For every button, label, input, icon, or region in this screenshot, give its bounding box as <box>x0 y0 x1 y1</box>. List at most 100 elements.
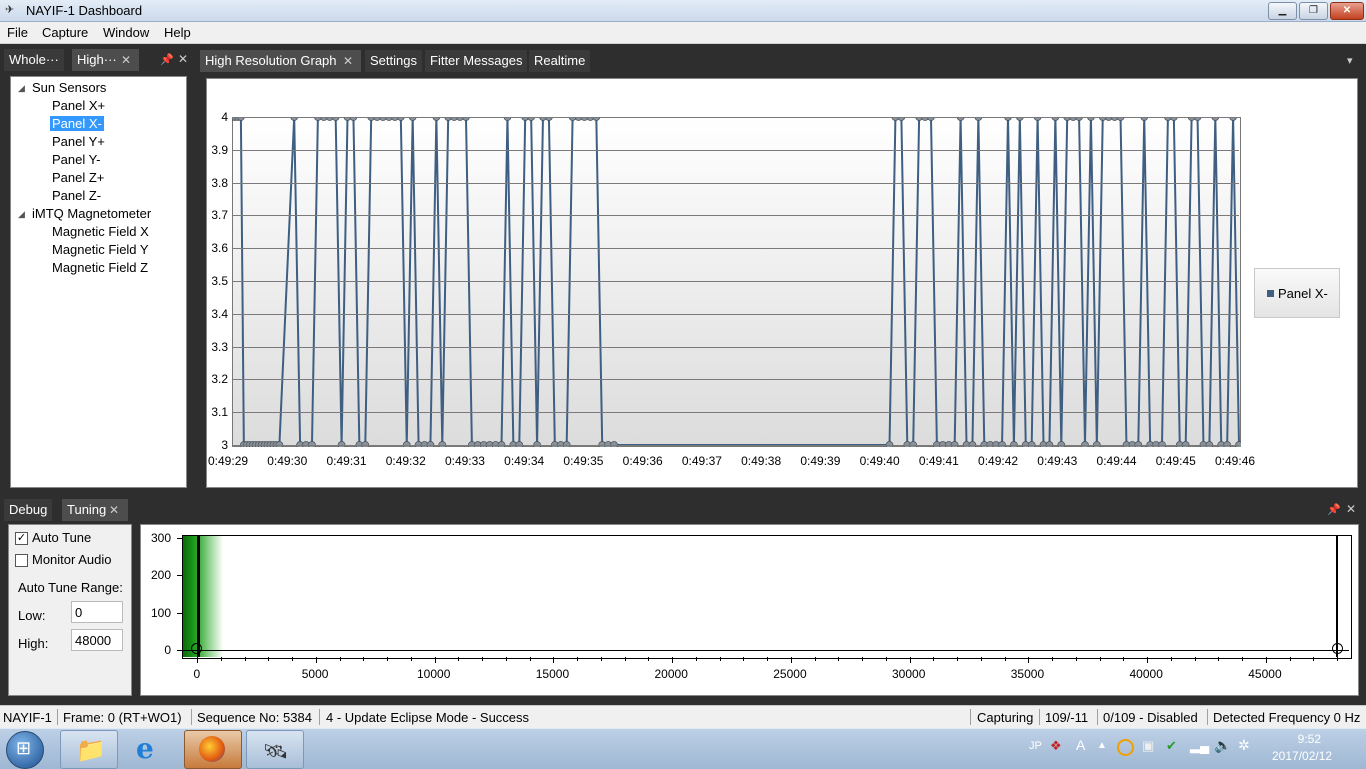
tab-close-icon[interactable]: ✕ <box>109 503 119 517</box>
high-input[interactable] <box>71 629 123 651</box>
status-capturing: Capturing <box>977 710 1034 725</box>
tree-item-panel-zplus[interactable]: Panel Z+ <box>52 170 104 185</box>
auto-tune-label: Auto Tune <box>32 530 92 545</box>
spectrum-x-tick <box>339 657 341 661</box>
gridline <box>232 149 1239 151</box>
input-mode-icon[interactable]: A <box>1076 737 1085 753</box>
tree-item-panel-xplus[interactable]: Panel X+ <box>52 98 105 113</box>
spectrum-x-tick <box>387 657 388 661</box>
firefox-icon <box>199 736 225 762</box>
spectrum-plot-area <box>182 535 1352 659</box>
show-hidden-icons[interactable]: ▲ <box>1097 740 1107 751</box>
tab-realtime[interactable]: Realtime <box>529 50 591 72</box>
tree-item-mag-z[interactable]: Magnetic Field Z <box>52 260 148 275</box>
spectrum-x-tick <box>1337 657 1338 661</box>
taskbar-ie[interactable]: e <box>122 730 178 767</box>
status-satellite: NAYIF-1 <box>3 710 52 725</box>
tab-settings[interactable]: Settings <box>365 50 422 72</box>
close-panel-icon[interactable]: ✕ <box>178 52 188 66</box>
legend-swatch <box>1267 290 1274 297</box>
menu-help[interactable]: Help <box>164 25 191 40</box>
x-tick-label: 0:49:33 <box>444 454 485 468</box>
menu-file[interactable]: File <box>7 25 28 40</box>
monitor-audio-checkbox[interactable] <box>15 554 28 567</box>
satellite-app-icon: ✈ <box>5 4 15 16</box>
gridline <box>232 379 1239 381</box>
tree-item-panel-yminus[interactable]: Panel Y- <box>52 152 100 167</box>
low-input[interactable] <box>71 601 123 623</box>
x-tick-label: 0:49:44 <box>1096 454 1137 468</box>
tree-item-panel-zminus[interactable]: Panel Z- <box>52 188 101 203</box>
clock-time[interactable]: 9:52 <box>1291 732 1321 746</box>
main-panel: High Resolution Graph ✕ Settings Fitter … <box>196 44 1366 494</box>
menu-capture[interactable]: Capture <box>42 25 88 40</box>
minimize-button[interactable]: ▁ <box>1268 2 1297 20</box>
tree-item-mag-y[interactable]: Magnetic Field Y <box>52 242 149 257</box>
spectrum-x-tick <box>672 657 673 663</box>
pin-icon[interactable]: 📌 <box>160 53 174 66</box>
chart-area: Panel X- 4 3.9 3.8 3.7 3.6 3.5 3.4 3.3 3.2 3.1 3 0:… <box>206 78 1358 488</box>
low-marker-line[interactable] <box>197 536 200 657</box>
low-marker-handle[interactable] <box>191 643 202 654</box>
dropdown-menu-icon[interactable]: ▾ <box>1347 54 1353 67</box>
tab-high-resolution-graph[interactable]: High Resolution Graph <box>200 50 361 72</box>
tab-fitter-messages[interactable]: Fitter Messages <box>425 50 528 72</box>
start-button[interactable]: ⊞ <box>6 731 44 769</box>
pin-icon[interactable]: 📌 <box>1327 503 1341 516</box>
spectrum-x-tick <box>767 657 768 661</box>
spectrum-x-tick <box>980 657 982 661</box>
spectrum-x-label: 30000 <box>892 667 926 681</box>
expand-triangle-icon[interactable]: ◢ <box>18 83 25 94</box>
menu-window[interactable]: Window <box>103 25 149 40</box>
volume-icon[interactable]: 🔈 <box>1214 737 1231 754</box>
monitor-audio-label: Monitor Audio <box>32 552 112 567</box>
auto-tune-range-label: Auto Tune Range: <box>18 580 123 595</box>
tree-node-imtq[interactable]: iMTQ Magnetometer <box>32 206 151 221</box>
taskbar-dashboard[interactable]: 🛰 <box>246 730 304 769</box>
spectrum-x-tick <box>505 657 507 661</box>
close-window-button[interactable]: ✕ <box>1330 2 1364 20</box>
spectrum-x-tick <box>458 657 460 661</box>
taskbar-firefox[interactable] <box>184 730 242 769</box>
clock-date[interactable]: 2017/02/12 <box>1272 749 1332 763</box>
spectrum-x-tick <box>838 657 840 661</box>
network-icon[interactable]: ▂▄ <box>1190 738 1209 754</box>
y-tick-label: 3.8 <box>211 175 228 190</box>
tray-app-icon[interactable] <box>1117 739 1134 756</box>
spectrum-x-label: 5000 <box>301 667 329 681</box>
signal-band <box>183 536 223 657</box>
ime-icon[interactable]: ❖ <box>1050 738 1062 754</box>
high-marker-handle[interactable] <box>1332 643 1343 654</box>
close-panel-icon[interactable]: ✕ <box>1346 502 1356 516</box>
taskbar-explorer[interactable]: 📁 <box>60 730 118 769</box>
x-tick-label: 0:49:38 <box>741 454 782 468</box>
x-tick-label: 0:49:30 <box>267 454 308 468</box>
tab-close-icon[interactable]: ✕ <box>343 54 353 68</box>
x-tick-label: 0:49:36 <box>622 454 663 468</box>
tab-whole[interactable]: Whole··· <box>4 49 64 71</box>
tree-item-panel-yplus[interactable]: Panel Y+ <box>52 134 105 149</box>
spectrum-x-tick <box>1218 657 1220 661</box>
spectrum-x-tick <box>624 657 626 661</box>
auto-tune-checkbox[interactable]: ✓ <box>15 532 28 545</box>
title-bar[interactable]: ✈ NAYIF-1 Dashboard ▁ ❐ ✕ <box>0 0 1366 22</box>
y-tick-label: 3.9 <box>211 142 228 157</box>
separator <box>191 709 192 725</box>
high-marker-line[interactable] <box>1336 536 1338 657</box>
tab-close-icon[interactable]: ✕ <box>121 53 131 67</box>
low-label: Low: <box>18 608 46 623</box>
tree-node-sun-sensors[interactable]: Sun Sensors <box>32 80 106 95</box>
gridline <box>232 215 1239 217</box>
language-indicator[interactable]: JP <box>1029 740 1042 752</box>
spectrum-x-tick <box>695 657 697 661</box>
usb-device-icon[interactable]: ▣ <box>1142 738 1154 754</box>
tree-item-panel-xminus[interactable]: Panel X- <box>50 116 104 131</box>
spectrum-x-tick <box>1075 657 1077 661</box>
bluetooth-icon[interactable]: ✲ <box>1238 737 1250 754</box>
expand-triangle-icon[interactable]: ◢ <box>18 209 25 220</box>
restore-button[interactable]: ❐ <box>1299 2 1328 20</box>
tab-debug[interactable]: Debug <box>4 499 53 521</box>
security-icon[interactable]: ✔ <box>1166 738 1177 754</box>
y-tick-label: 3.1 <box>211 405 228 420</box>
tree-item-mag-x[interactable]: Magnetic Field X <box>52 224 149 239</box>
